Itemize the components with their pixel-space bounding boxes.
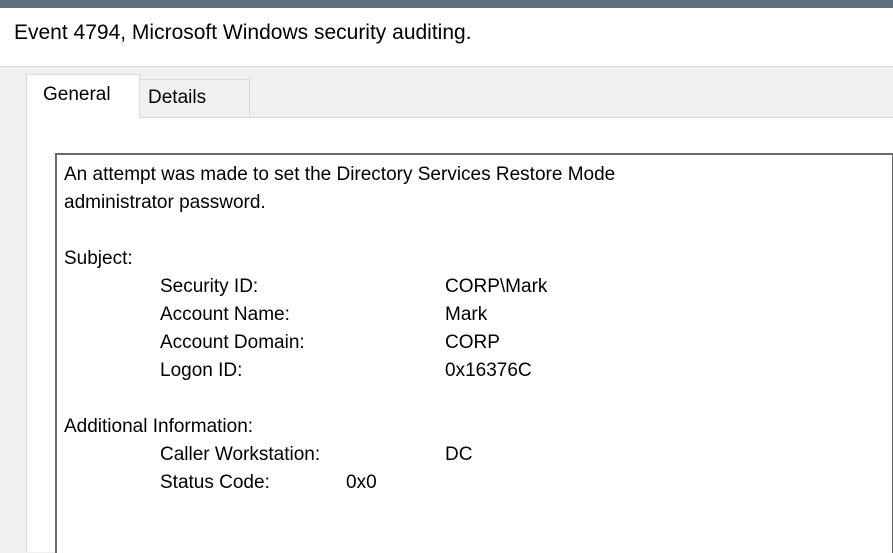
field-label: Security ID: [160, 276, 259, 297]
field-status-code: Status Code: 0x0 [64, 469, 615, 497]
window-top-border [0, 0, 893, 8]
description-intro-line-2: administrator password. [64, 192, 266, 213]
additional-information-heading: Additional Information: [64, 416, 254, 437]
subject-heading: Subject: [64, 248, 133, 269]
event-title: Event 4794, Microsoft Windows security a… [14, 21, 472, 44]
field-caller-workstation: Caller Workstation: DC [64, 441, 615, 469]
field-logon-id: Logon ID: 0x16376C [64, 357, 615, 385]
field-label: Logon ID: [160, 360, 243, 381]
field-label: Caller Workstation: [160, 444, 321, 465]
field-account-domain: Account Domain: CORP [64, 329, 615, 357]
field-value: DC [445, 444, 473, 465]
field-label: Account Name: [160, 304, 290, 325]
field-value: CORP\Mark [445, 276, 548, 297]
general-tab-panel: An attempt was made to set the Directory… [26, 117, 893, 553]
field-value: Mark [445, 304, 488, 325]
field-label: Account Domain: [160, 332, 305, 353]
description-intro-line-1: An attempt was made to set the Directory… [64, 164, 616, 185]
tab-strip: General Details [20, 66, 893, 118]
tab-general[interactable]: General [26, 74, 140, 118]
event-header: Event 4794, Microsoft Windows security a… [0, 8, 893, 67]
field-label: Status Code: [160, 472, 270, 493]
field-value: 0x0 [346, 472, 377, 493]
tab-details[interactable]: Details [140, 79, 250, 118]
field-account-name: Account Name: Mark [64, 301, 615, 329]
field-value: CORP [445, 332, 500, 353]
event-description-box[interactable]: An attempt was made to set the Directory… [55, 153, 893, 553]
event-description-text: An attempt was made to set the Directory… [64, 161, 615, 497]
field-security-id: Security ID: CORP\Mark [64, 273, 615, 301]
field-value: 0x16376C [445, 360, 532, 381]
event-properties-window: Event 4794, Microsoft Windows security a… [0, 0, 893, 553]
